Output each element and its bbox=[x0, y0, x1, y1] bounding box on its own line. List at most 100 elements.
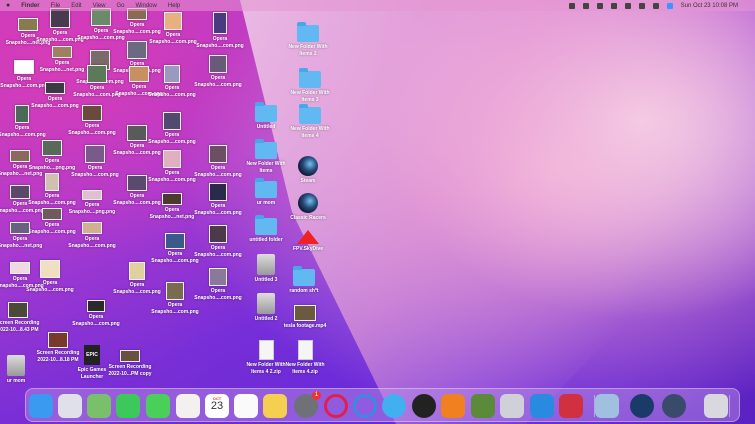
maps-dock-icon[interactable] bbox=[87, 394, 111, 418]
photos-dock-icon[interactable] bbox=[176, 394, 200, 418]
desktop-icon-opera-snapsho-com-png[interactable]: OperaSnapsho....com.png bbox=[0, 105, 52, 138]
label-line-2: Snapsho....com.png bbox=[194, 209, 242, 216]
steam-dock-icon[interactable] bbox=[630, 394, 654, 418]
menu-view[interactable]: View bbox=[93, 3, 106, 9]
menu-go[interactable]: Go bbox=[117, 3, 125, 9]
desktop-icon-classic-racers[interactable]: Classic Racers bbox=[278, 193, 338, 222]
preview-dock-icon[interactable] bbox=[595, 394, 619, 418]
desktop-icon-screen-recording-2022-10-8-43-pm[interactable]: Screen Recording 2022-10...8.43 PM bbox=[0, 302, 48, 333]
file-thumbnail-icon bbox=[45, 82, 65, 94]
label-line-2: Snapsho....com.png bbox=[72, 320, 120, 327]
label-line-1: ur mom bbox=[6, 378, 26, 384]
menu-help[interactable]: Help bbox=[168, 3, 180, 9]
battery-icon[interactable] bbox=[582, 2, 589, 9]
launchpad-dock-icon[interactable] bbox=[58, 394, 82, 418]
desktop-icon-opera-snapsho-net-png[interactable]: Opera Snapsho....net.png bbox=[0, 222, 50, 249]
file-thumbnail-icon bbox=[52, 46, 72, 58]
file-thumbnail-icon bbox=[120, 350, 140, 362]
epic-games-icon: EPIC bbox=[84, 345, 100, 365]
folder-icon bbox=[255, 139, 277, 159]
trash-dock-icon[interactable] bbox=[704, 394, 728, 418]
desktop-icon-opera-snapsho-com-png[interactable]: OperaSnapsho....com.png bbox=[0, 262, 50, 289]
finder-dock-icon[interactable] bbox=[29, 394, 53, 418]
control-center-icon[interactable] bbox=[610, 2, 617, 9]
desktop-icon-label: ur mom bbox=[7, 378, 25, 385]
desktop-icon-opera-snapsho-com-png[interactable]: OperaSnapsho....com.png bbox=[66, 300, 126, 327]
opera-dock-icon[interactable] bbox=[324, 394, 348, 418]
label-line-1: random sh*t bbox=[289, 288, 319, 294]
menu-file[interactable]: File bbox=[51, 3, 61, 9]
desktop-icon-opera-snapsho-com-png[interactable]: OperaSnapsho....com.png bbox=[107, 175, 167, 206]
desktop-icon-label: OperaSnapsho....com.png bbox=[28, 193, 76, 206]
display-icon[interactable] bbox=[652, 2, 659, 9]
status-app-icon[interactable] bbox=[568, 2, 575, 9]
desktop-icon-opera-snapsho-com-png[interactable]: OperaSnapsho....com.png bbox=[190, 12, 250, 49]
file-thumbnail-icon bbox=[209, 145, 227, 163]
dock-separator bbox=[729, 395, 730, 417]
label-line-1: New Folder With bbox=[290, 90, 330, 96]
desktop-icon-screen-recording-2022-10-pm-copy[interactable]: Screen Recording 2022-10...PM copy bbox=[100, 350, 160, 377]
system-preferences-dock-icon[interactable]: 1 bbox=[294, 391, 321, 418]
facetime-dock-icon[interactable] bbox=[116, 394, 140, 418]
file-thumbnail-icon bbox=[163, 150, 181, 168]
desktop-icon-fpv-skydive[interactable]: FPV.SkyDive bbox=[278, 230, 338, 253]
file-thumbnail-icon bbox=[166, 282, 184, 300]
file-thumbnail-icon bbox=[45, 173, 59, 191]
opera-gx-dock-icon[interactable] bbox=[353, 394, 377, 418]
label-line-1: Untitled 2 bbox=[254, 316, 278, 322]
desktop-icon-new-folder-with-items-3[interactable]: New Folder With Items 3 bbox=[280, 68, 340, 103]
file-thumbnail-icon bbox=[8, 302, 28, 318]
desktop-icon-new-folder-with-items-4[interactable]: New Folder With Items 4 bbox=[280, 104, 340, 139]
apple-menu-icon[interactable]: ● bbox=[6, 2, 10, 9]
file-thumbnail-icon bbox=[85, 145, 105, 163]
menu-finder[interactable]: Finder bbox=[21, 3, 39, 9]
label-line-1: Untitled bbox=[256, 124, 276, 130]
desktop-icon-steam[interactable]: Steam bbox=[278, 156, 338, 185]
notes-dock-icon[interactable] bbox=[263, 394, 287, 418]
desktop-icon-label: New Folder With Items 3 bbox=[290, 90, 329, 103]
file-thumbnail-icon bbox=[209, 183, 227, 201]
wifi-icon[interactable] bbox=[624, 2, 631, 9]
label-line-2: Snapsho....com.png bbox=[0, 282, 44, 289]
messages-dock-icon[interactable] bbox=[146, 394, 170, 418]
desktop-icon-opera-snapsho-com-png[interactable]: OperaSnapsho....com.png bbox=[22, 173, 82, 206]
desktop-icon-label: Screen Recording 2022-10...PM copy bbox=[108, 364, 151, 377]
file-thumbnail-icon bbox=[127, 125, 147, 141]
roblox-studio-dock-icon[interactable] bbox=[530, 394, 554, 418]
desktop-icon-new-folder-with-items-4-zip[interactable]: New Folder With Items 4.zip bbox=[275, 340, 335, 375]
alpaca-app-dock-icon[interactable] bbox=[412, 394, 436, 418]
quicktime-dock-icon[interactable] bbox=[662, 394, 686, 418]
desktop-icon-new-folder-with-items-2[interactable]: New Folder With Items 2 bbox=[278, 22, 338, 57]
siri-icon[interactable] bbox=[666, 2, 673, 9]
reminders-dock-icon[interactable] bbox=[234, 394, 258, 418]
keyboard-icon[interactable] bbox=[596, 2, 603, 9]
drive-icon bbox=[257, 254, 275, 275]
parallels-dock-icon[interactable] bbox=[559, 394, 583, 418]
menu-window[interactable]: Window bbox=[136, 3, 157, 9]
desktop-icon-opera-snapsho-com-png[interactable]: OperaSnapsho....com.png bbox=[145, 282, 205, 315]
clock[interactable]: Sun Oct 23 10:08 PM bbox=[681, 3, 738, 9]
desktop-icon-random-sh-t[interactable]: random sh*t bbox=[274, 266, 334, 295]
folder-icon bbox=[299, 68, 321, 88]
calendar-day: 23 bbox=[210, 400, 224, 412]
label-line-2: Snapsho....com.png bbox=[0, 131, 46, 138]
desktop-icon-tesla-footage-mp4[interactable]: tesla footage.mp4 bbox=[275, 305, 335, 330]
notification-badge: 1 bbox=[312, 391, 321, 400]
minecraft-dock-icon[interactable] bbox=[471, 394, 495, 418]
file-thumbnail-icon bbox=[10, 150, 30, 162]
desktop-icon-label: ur mom bbox=[257, 200, 275, 207]
paint-app-dock-icon[interactable] bbox=[382, 394, 406, 418]
file-thumbnail-icon bbox=[87, 300, 105, 312]
desktop-icon-ur-mom[interactable]: ur mom bbox=[0, 355, 46, 385]
search-icon[interactable] bbox=[638, 2, 645, 9]
desktop-icon-opera-snapsho-com-png[interactable]: OperaSnapsho....com.png bbox=[62, 222, 122, 249]
blender-dock-icon[interactable] bbox=[441, 394, 465, 418]
calendar-dock-icon[interactable]: OCT 23 bbox=[205, 394, 229, 418]
menu-edit[interactable]: Edit bbox=[71, 3, 81, 9]
desktop-icon-label: New Folder With Items 2 bbox=[288, 44, 327, 57]
label-line-1: FPV.SkyDive bbox=[292, 246, 324, 252]
roblox-dock-icon[interactable] bbox=[500, 394, 524, 418]
desktop-icon-opera-snapsho-com-png[interactable]: OperaSnapsho....com.png bbox=[188, 55, 248, 88]
label-line-2: Snapsho....com.png bbox=[196, 42, 244, 49]
file-thumbnail-icon bbox=[82, 222, 102, 234]
